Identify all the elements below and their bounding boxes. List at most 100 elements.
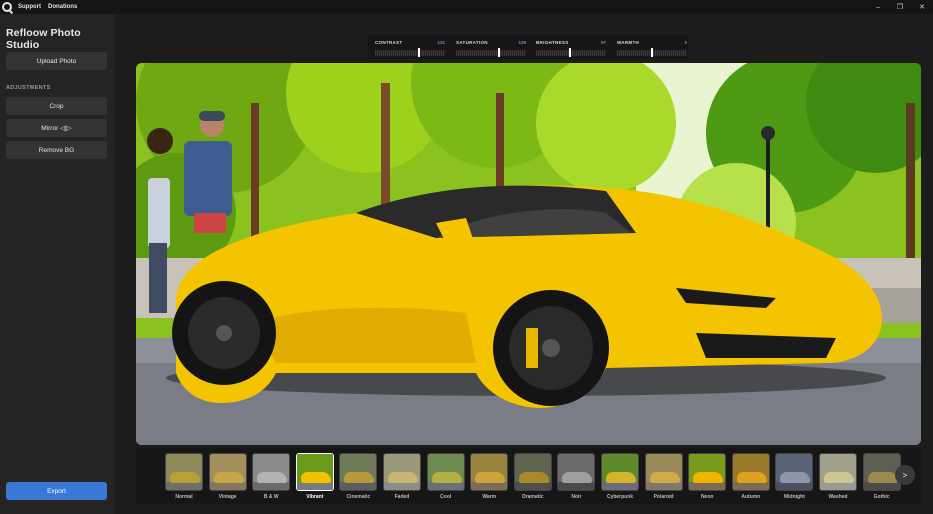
filter-thumbnail[interactable] bbox=[426, 453, 465, 491]
filter-cyberpunk[interactable]: Cyberpunk bbox=[601, 453, 639, 503]
contrast-track[interactable] bbox=[375, 50, 445, 56]
saturation-label: SATURATION bbox=[456, 40, 488, 45]
brightness-label: BRIGHTNESS bbox=[536, 40, 569, 45]
thumbnail-car bbox=[736, 472, 767, 483]
upload-photo-button[interactable]: Upload Photo bbox=[6, 52, 107, 70]
photo-image bbox=[136, 63, 921, 445]
filter-thumbnail[interactable] bbox=[165, 453, 203, 491]
filter-noir[interactable]: Noir bbox=[557, 453, 596, 503]
app-title: Refloow Photo Studio bbox=[6, 27, 81, 51]
thumbnail-road bbox=[209, 482, 246, 490]
minimize-button[interactable]: – bbox=[867, 0, 889, 14]
brightness-track[interactable] bbox=[536, 50, 606, 56]
mirror-button[interactable]: Mirror ◁|▷ bbox=[6, 119, 107, 137]
filter-name: Washed bbox=[828, 494, 848, 500]
filter-warm[interactable]: Warm bbox=[470, 453, 509, 503]
contrast-slider[interactable]: CONTRAST 131 bbox=[375, 35, 445, 59]
filter-thumbnail[interactable] bbox=[295, 453, 334, 491]
remove-bg-button[interactable]: Remove BG bbox=[6, 141, 107, 159]
menu-donations[interactable]: Donations bbox=[48, 4, 77, 10]
thumbnail-road bbox=[514, 482, 551, 490]
thumbnail-road bbox=[296, 482, 333, 490]
app-logo-icon bbox=[2, 2, 12, 12]
thumbnail-car bbox=[867, 472, 898, 483]
crop-button[interactable]: Crop bbox=[6, 97, 107, 115]
brightness-slider[interactable]: BRIGHTNESS 97 bbox=[536, 35, 606, 59]
thumbnail-road bbox=[471, 482, 508, 490]
thumbnail-car bbox=[300, 472, 331, 483]
brightness-thumb[interactable] bbox=[569, 48, 571, 57]
filter-thumbnail[interactable] bbox=[644, 453, 683, 491]
filter-cool[interactable]: Cool bbox=[426, 453, 465, 503]
contrast-thumb[interactable] bbox=[418, 48, 420, 57]
thumbnail-car bbox=[431, 472, 462, 483]
thumbnail-car bbox=[170, 472, 200, 483]
filter-neon[interactable]: Neon bbox=[688, 453, 727, 503]
filter-name: Vibrant bbox=[306, 494, 324, 500]
warmth-slider[interactable]: WARMTH 0 bbox=[617, 35, 687, 59]
contrast-value: 131 bbox=[437, 40, 445, 45]
maximize-button[interactable]: ❐ bbox=[889, 0, 911, 14]
filter-washed[interactable]: Washed bbox=[819, 453, 857, 503]
sidebar: Refloow Photo Studio Upload Photo ADJUST… bbox=[0, 14, 114, 514]
filter-dramatic[interactable]: Dramatic bbox=[513, 453, 552, 503]
adjustments-heading: ADJUSTMENTS bbox=[6, 85, 51, 91]
warmth-label: WARMTH bbox=[617, 40, 640, 45]
menu-support[interactable]: Support bbox=[18, 4, 41, 10]
thumbnail-car bbox=[344, 472, 375, 483]
photo-preview[interactable] bbox=[136, 63, 921, 445]
filter-name: Neon bbox=[700, 494, 714, 500]
filter-thumbnail[interactable] bbox=[775, 453, 814, 491]
contrast-label: CONTRAST bbox=[375, 40, 403, 45]
saturation-value: 129 bbox=[518, 40, 526, 45]
filter-thumbnail[interactable] bbox=[819, 453, 857, 491]
filter-faded[interactable]: Faded bbox=[383, 453, 421, 503]
filter-cinematic[interactable]: Cinematic bbox=[339, 453, 378, 503]
thumbnail-car bbox=[213, 472, 244, 483]
warmth-thumb[interactable] bbox=[651, 48, 653, 57]
window-controls: – ❐ ✕ bbox=[867, 0, 933, 14]
filter-name: Cyberpunk bbox=[606, 494, 634, 500]
filter-name: Dramatic bbox=[522, 494, 544, 500]
filter-normal[interactable]: Normal bbox=[165, 453, 203, 503]
thumbnail-road bbox=[253, 482, 290, 490]
filter-thumbnail[interactable] bbox=[688, 453, 727, 491]
filter-name: B & W bbox=[263, 494, 279, 500]
filter-b-w[interactable]: B & W bbox=[252, 453, 291, 503]
saturation-thumb[interactable] bbox=[498, 48, 500, 57]
saturation-track[interactable] bbox=[456, 50, 526, 56]
filter-thumbnail[interactable] bbox=[470, 453, 509, 491]
filter-name: Faded bbox=[394, 494, 410, 500]
thumbnail-car bbox=[649, 472, 680, 483]
filter-thumbnail[interactable] bbox=[339, 453, 378, 491]
filter-thumbnail[interactable] bbox=[557, 453, 596, 491]
filter-name: Cinematic bbox=[346, 494, 371, 500]
filter-name: Autumn bbox=[741, 494, 761, 500]
filter-thumbnail[interactable] bbox=[601, 453, 639, 491]
saturation-slider[interactable]: SATURATION 129 bbox=[456, 35, 526, 59]
filter-polaroid[interactable]: Polaroid bbox=[644, 453, 683, 503]
thumbnail-road bbox=[863, 482, 900, 490]
filter-vibrant[interactable]: Vibrant bbox=[295, 453, 334, 503]
filter-name: Vintage bbox=[218, 494, 237, 500]
filter-thumbnail[interactable] bbox=[208, 453, 247, 491]
export-button[interactable]: Export bbox=[6, 482, 107, 500]
thumbnail-car bbox=[780, 472, 811, 483]
filter-thumbnail[interactable] bbox=[383, 453, 421, 491]
thumbnail-road bbox=[166, 482, 202, 490]
filter-midnight[interactable]: Midnight bbox=[775, 453, 814, 503]
brightness-value: 97 bbox=[600, 40, 606, 45]
thumbnail-road bbox=[558, 482, 595, 490]
filter-vintage[interactable]: Vintage bbox=[208, 453, 247, 503]
thumbnail-road bbox=[384, 482, 420, 490]
filter-thumbnail[interactable] bbox=[513, 453, 552, 491]
filter-thumbnail[interactable] bbox=[252, 453, 291, 491]
thumbnail-road bbox=[602, 482, 638, 490]
close-button[interactable]: ✕ bbox=[911, 0, 933, 14]
thumbnail-road bbox=[820, 482, 856, 490]
thumbnail-car bbox=[824, 472, 854, 483]
filter-thumbnail[interactable] bbox=[731, 453, 770, 491]
thumbnail-road bbox=[340, 482, 377, 490]
filter-autumn[interactable]: Autumn bbox=[731, 453, 770, 503]
next-filters-button[interactable]: > bbox=[895, 465, 915, 485]
